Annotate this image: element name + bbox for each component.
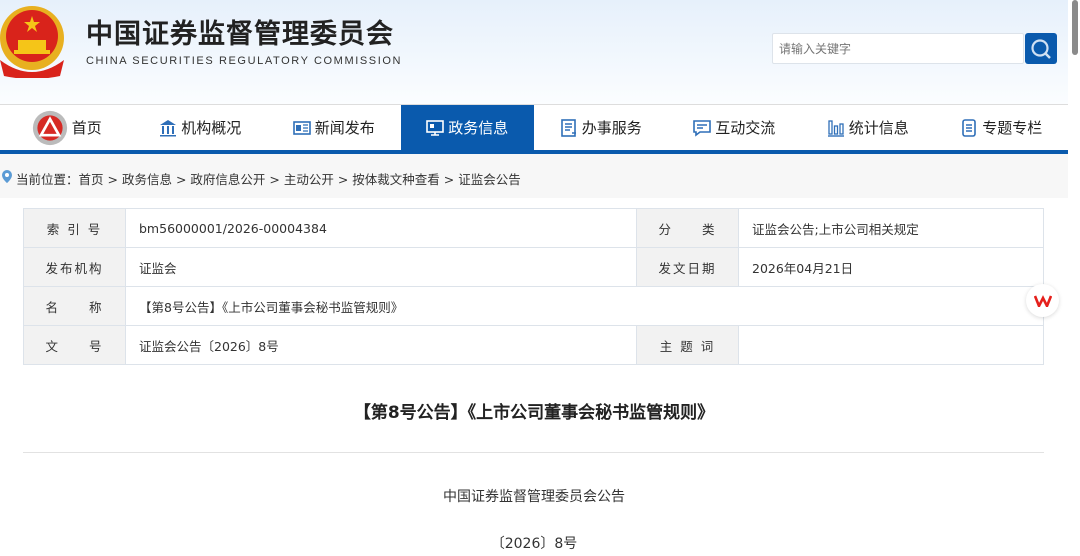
nav-label: 专题专栏 <box>982 119 1043 137</box>
keywords-label: 主 题 词 <box>636 325 739 365</box>
breadcrumb-sep: > <box>103 172 122 187</box>
nav-interaction[interactable]: 互动交流 <box>668 105 802 150</box>
document-meta-table: 索 引 号 bm56000001/2026-00004384 分 类 证监会公告… <box>23 208 1044 365</box>
issuer-label: 发布机构 <box>23 247 126 287</box>
search-icon <box>1031 38 1051 59</box>
wps-logo-icon <box>1033 294 1052 307</box>
chat-icon <box>693 119 712 137</box>
document-number-line: 〔2026〕8号 <box>490 536 578 552</box>
category-label: 分 类 <box>636 208 739 248</box>
breadcrumb-sep: > <box>265 172 284 187</box>
wps-float-button[interactable] <box>1026 284 1059 317</box>
scrollbar[interactable] <box>1068 0 1080 556</box>
site-header: 中国证券监督管理委员会 CHINA SECURITIES REGULATORY … <box>0 0 1068 104</box>
nav-services[interactable]: 办事服务 <box>534 105 668 150</box>
table-row: 名 称 【第8号公告】《上市公司董事会秘书监管规则》 <box>23 286 1044 326</box>
building-icon <box>160 119 177 136</box>
nav-label: 办事服务 <box>581 119 642 137</box>
breadcrumb-prefix: 当前位置： <box>16 172 79 187</box>
csrc-logo-icon <box>32 110 67 145</box>
nav-label: 机构概况 <box>181 119 242 137</box>
keywords-value <box>738 325 1044 365</box>
document-issuer-line: 中国证券监督管理委员会公告 <box>443 489 625 505</box>
newspaper-icon <box>292 120 311 135</box>
nav-label: 新闻发布 <box>314 119 375 137</box>
nav-home[interactable]: 首页 <box>0 105 134 150</box>
nav-gov-info[interactable]: 政务信息 <box>400 105 534 150</box>
table-row: 索 引 号 bm56000001/2026-00004384 分 类 证监会公告… <box>23 208 1044 248</box>
date-label: 发文日期 <box>636 247 739 287</box>
breadcrumb-gov-info[interactable]: 政务信息 <box>122 172 172 187</box>
breadcrumb-sep: > <box>333 172 353 187</box>
file-icon <box>962 118 977 137</box>
nav-label: 首页 <box>71 119 102 137</box>
bar-chart-icon <box>827 119 844 137</box>
docno-label: 文 号 <box>23 325 126 365</box>
monitor-icon <box>426 119 445 136</box>
breadcrumb-by-type[interactable]: 按体裁文种查看 <box>352 172 440 187</box>
index-label: 索 引 号 <box>23 208 126 248</box>
table-row: 发布机构 证监会 发文日期 2026年04月21日 <box>23 247 1044 287</box>
nav-label: 政务信息 <box>448 119 509 137</box>
breadcrumb-home[interactable]: 首页 <box>79 172 104 187</box>
breadcrumb-sep: > <box>439 172 459 187</box>
breadcrumb-disclosure[interactable]: 政府信息公开 <box>190 172 265 187</box>
nav-about[interactable]: 机构概况 <box>134 105 268 150</box>
name-value: 【第8号公告】《上市公司董事会秘书监管规则》 <box>125 286 1044 326</box>
nav-label: 互动交流 <box>715 119 776 137</box>
table-row: 文 号 证监会公告〔2026〕8号 主 题 词 <box>23 325 1044 365</box>
main-nav: 首页 机构概况 新闻发布 政务信息 办事服务 互动交流 统计信息 专题专栏 <box>0 104 1068 150</box>
nav-statistics[interactable]: 统计信息 <box>801 105 935 150</box>
site-subtitle: CHINA SECURITIES REGULATORY COMMISSION <box>86 55 403 67</box>
breadcrumb: 当前位置：首页 > 政务信息 > 政府信息公开 > 主动公开 > 按体裁文种查看… <box>0 154 1068 198</box>
nav-news[interactable]: 新闻发布 <box>267 105 401 150</box>
nav-label: 统计信息 <box>848 119 909 137</box>
document-list-icon <box>560 118 576 137</box>
category-value: 证监会公告;上市公司相关规定 <box>738 208 1044 248</box>
site-title: 中国证券监督管理委员会 <box>86 19 394 50</box>
nav-topics[interactable]: 专题专栏 <box>935 105 1069 150</box>
document-title: 【第8号公告】《上市公司董事会秘书监管规则》 <box>353 403 715 423</box>
issuer-value: 证监会 <box>125 247 637 287</box>
breadcrumb-announcements[interactable]: 证监会公告 <box>458 172 521 187</box>
name-label: 名 称 <box>23 286 126 326</box>
breadcrumb-sep: > <box>171 172 191 187</box>
scrollbar-thumb[interactable] <box>1072 0 1078 55</box>
national-emblem-icon <box>0 6 64 78</box>
location-pin-icon <box>2 170 12 183</box>
search-button[interactable] <box>1025 33 1057 64</box>
breadcrumb-active[interactable]: 主动公开 <box>284 172 334 187</box>
divider <box>23 452 1044 453</box>
date-value: 2026年04月21日 <box>738 247 1044 287</box>
search-input[interactable] <box>772 33 1024 64</box>
index-value: bm56000001/2026-00004384 <box>125 208 637 248</box>
docno-value: 证监会公告〔2026〕8号 <box>125 325 637 365</box>
